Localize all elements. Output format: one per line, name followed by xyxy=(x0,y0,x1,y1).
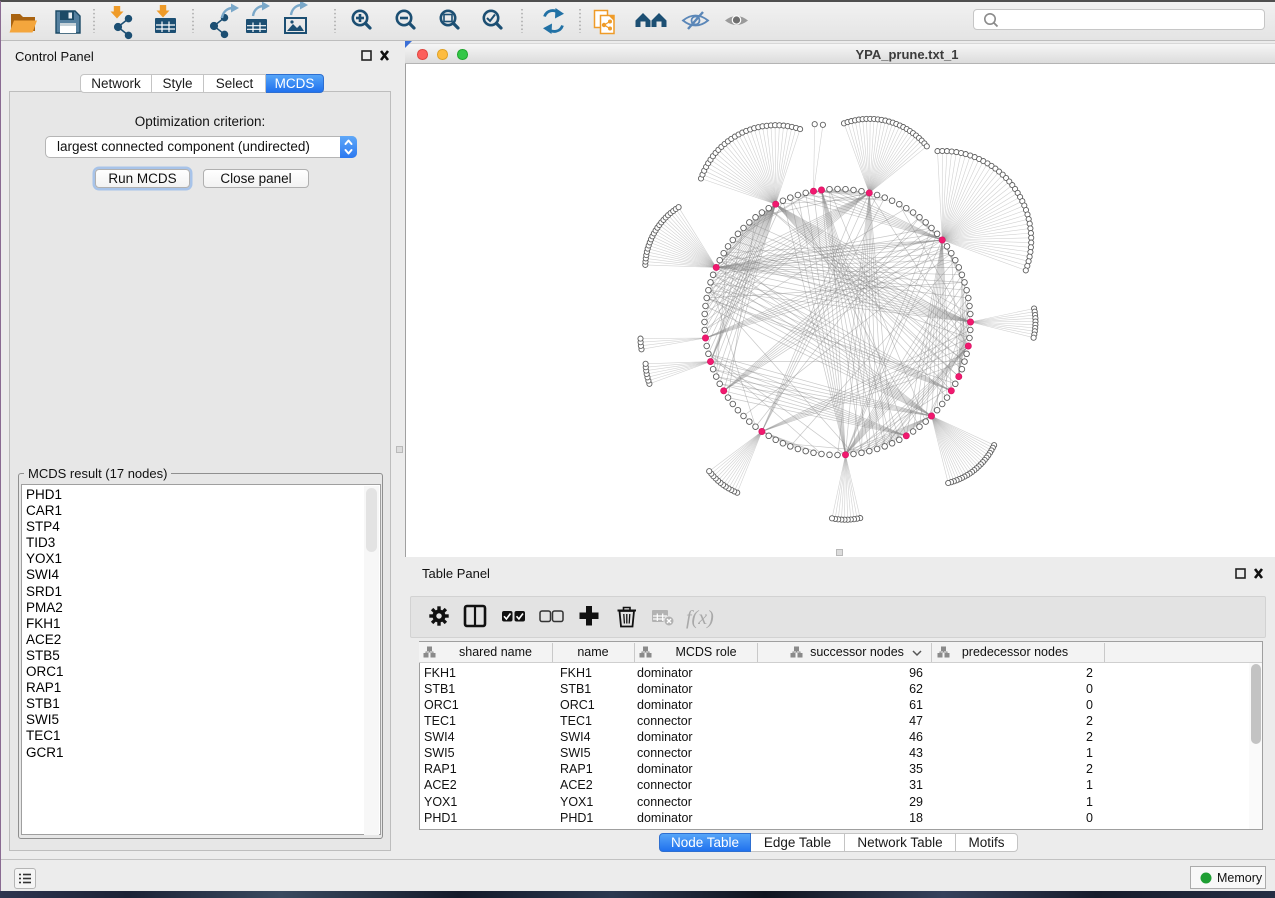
svg-text:f(x): f(x) xyxy=(686,607,714,629)
